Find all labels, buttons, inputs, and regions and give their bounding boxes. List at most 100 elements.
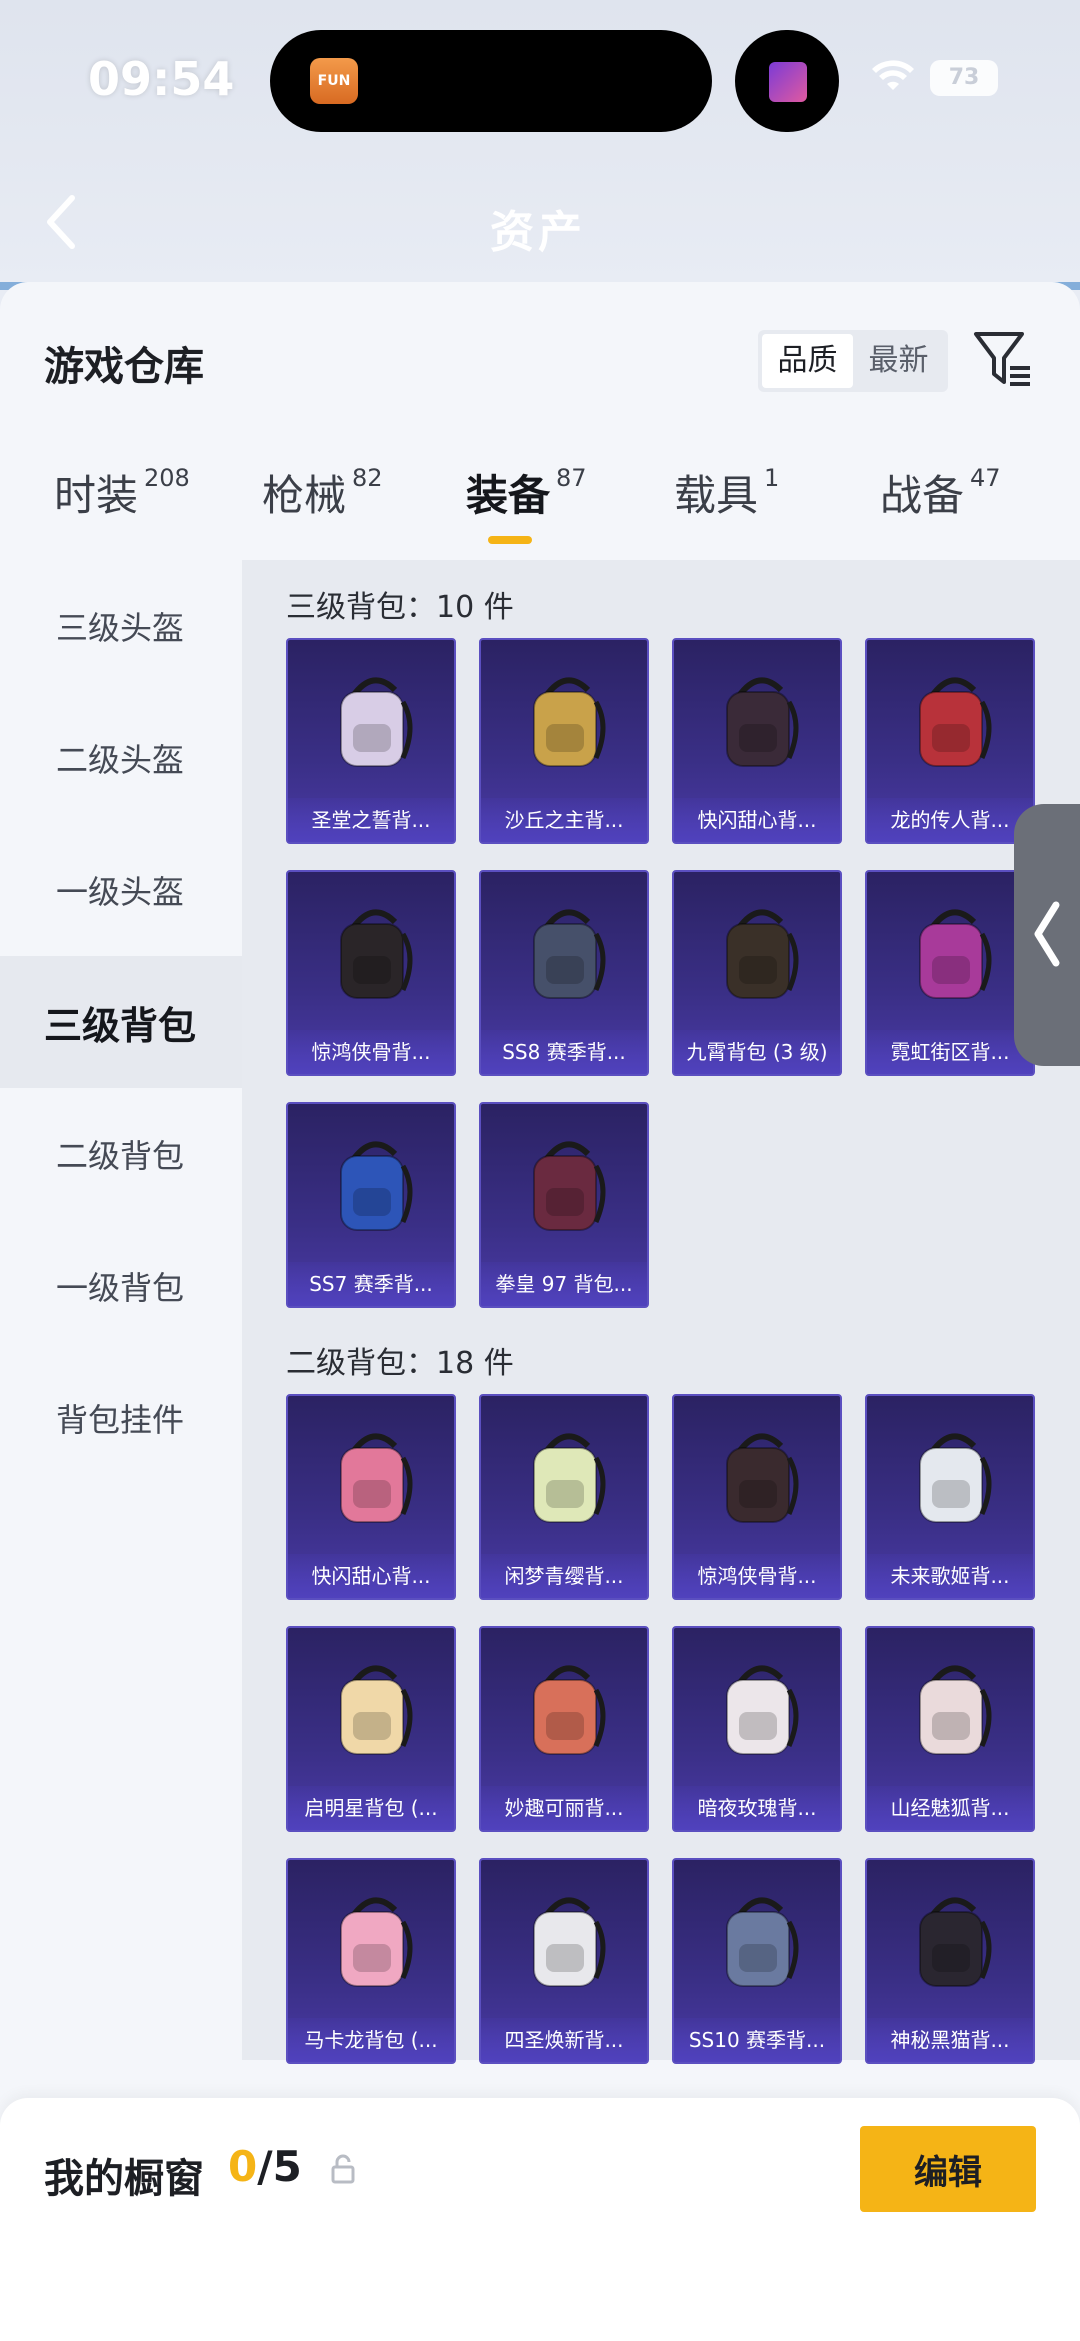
warehouse-sheet: 游戏仓库 品质 最新 时装 208 枪械 82 装备 87 载具 1 战备 47 <box>0 282 1080 2341</box>
sidebar-item-backpack-pendant[interactable]: 背包挂件 <box>0 1352 242 1484</box>
item-card-label: 惊鸿侠骨背... <box>674 1554 840 1598</box>
filter-icon[interactable] <box>972 328 1034 390</box>
item-card[interactable]: 惊鸿侠骨背... <box>672 1394 842 1600</box>
status-time: 09:54 <box>88 52 235 106</box>
item-card-label: 惊鸿侠骨背... <box>288 1030 454 1074</box>
sidebar-item-lvl1-backpack[interactable]: 一级背包 <box>0 1220 242 1352</box>
sort-toggle: 品质 最新 <box>758 330 948 392</box>
top-header-area: 09:54 FUN 73 资产 <box>0 0 1080 290</box>
sort-option-quality[interactable]: 品质 <box>762 334 853 388</box>
item-card-label: 沙丘之主背... <box>481 798 647 842</box>
dynamic-island: FUN <box>270 30 712 132</box>
edit-button[interactable]: 编辑 <box>860 2126 1036 2212</box>
sidebar-item-lvl3-helmet[interactable]: 三级头盔 <box>0 560 242 692</box>
white-backpack-icon <box>919 1433 992 1523</box>
tab-vehicles[interactable]: 载具 1 <box>674 462 779 523</box>
item-card-label: 山经魅狐背... <box>867 1786 1033 1830</box>
chevron-left-icon <box>1034 901 1060 967</box>
back-arrow-icon[interactable] <box>40 192 80 252</box>
item-card[interactable]: 马卡龙背包 (... <box>286 1858 456 2064</box>
bunny-backpack-icon <box>726 1665 799 1755</box>
item-card[interactable]: 龙的传人背... <box>865 638 1035 844</box>
item-card[interactable]: 启明星背包 (... <box>286 1626 456 1832</box>
item-card[interactable]: 山经魅狐背... <box>865 1626 1035 1832</box>
showcase-total: /5 <box>257 2142 302 2191</box>
item-card[interactable]: 沙丘之主背... <box>479 638 649 844</box>
item-card[interactable]: SS7 赛季背... <box>286 1102 456 1308</box>
tab-label: 战备 <box>880 471 965 520</box>
tab-label: 时装 <box>54 471 139 520</box>
item-card-label: SS10 赛季背... <box>674 2018 840 2062</box>
item-card-label: 未来歌姬背... <box>867 1554 1033 1598</box>
item-card-label: 启明星背包 (... <box>288 1786 454 1830</box>
showcase-title: 我的橱窗 <box>44 2156 204 2202</box>
sidebar-item-lvl3-backpack[interactable]: 三级背包 <box>0 956 242 1088</box>
item-card[interactable]: 圣堂之誓背... <box>286 638 456 844</box>
tab-equipment[interactable]: 装备 87 <box>466 462 587 523</box>
striped-backpack-icon <box>533 909 606 999</box>
item-card[interactable]: 妙趣可丽背... <box>479 1626 649 1832</box>
green-pouch-backpack-icon <box>533 1433 606 1523</box>
page-title: 资产 <box>490 207 586 258</box>
item-card[interactable]: 霓虹街区背... <box>865 870 1035 1076</box>
tab-label: 载具 <box>674 471 759 520</box>
item-card-label: SS7 赛季背... <box>288 1262 454 1306</box>
item-card-label: 龙的传人背... <box>867 798 1033 842</box>
item-card[interactable]: 快闪甜心背... <box>672 638 842 844</box>
sidebar-item-lvl2-helmet[interactable]: 二级头盔 <box>0 692 242 824</box>
item-card[interactable]: 九霄背包 (3 级) <box>672 870 842 1076</box>
dark-red-backpack-icon <box>726 1433 799 1523</box>
tab-label: 枪械 <box>262 471 347 520</box>
item-card[interactable]: 拳皇 97 背包... <box>479 1102 649 1308</box>
item-card[interactable]: 闲梦青缨背... <box>479 1394 649 1600</box>
item-card[interactable]: SS10 赛季背... <box>672 1858 842 2064</box>
item-card-label: 神秘黑猫背... <box>867 2018 1033 2062</box>
dragon-backpack-icon <box>919 677 992 767</box>
item-card[interactable]: SS8 赛季背... <box>479 870 649 1076</box>
sort-option-latest[interactable]: 最新 <box>853 334 944 388</box>
item-card[interactable]: 神秘黑猫背... <box>865 1858 1035 2064</box>
scroll-backpack-icon <box>533 677 606 767</box>
tab-label: 装备 <box>466 471 551 520</box>
section-title-lvl3: 三级背包：10 件 <box>286 590 514 625</box>
item-card[interactable]: 惊鸿侠骨背... <box>286 870 456 1076</box>
item-card-label: 闲梦青缨背... <box>481 1554 647 1598</box>
item-card-label: 妙趣可丽背... <box>481 1786 647 1830</box>
battery-indicator: 73 <box>930 60 998 96</box>
dynamic-island-secondary <box>735 30 839 132</box>
sidebar-item-lvl1-helmet[interactable]: 一级头盔 <box>0 824 242 956</box>
item-card[interactable]: 暗夜玫瑰背... <box>672 1626 842 1832</box>
tab-count: 82 <box>352 464 383 492</box>
lock-icon <box>331 2154 355 2184</box>
item-card-label: 四圣焕新背... <box>481 2018 647 2062</box>
tab-count: 87 <box>556 464 587 492</box>
heart-backpack-icon <box>726 677 799 767</box>
section-title-lvl2: 二级背包：18 件 <box>286 1346 514 1381</box>
gift-backpack-icon <box>533 1665 606 1755</box>
tab-weapons[interactable]: 枪械 82 <box>262 462 383 523</box>
sidebar-item-lvl2-backpack[interactable]: 二级背包 <box>0 1088 242 1220</box>
active-tab-indicator <box>488 536 532 544</box>
showcase-current: 0 <box>228 2142 258 2191</box>
kof-backpack-icon <box>533 1141 606 1231</box>
tab-supplies[interactable]: 战备 47 <box>880 462 1001 523</box>
showcase-bar: 我的橱窗 0/5 编辑 <box>0 2098 1080 2341</box>
side-drawer-handle[interactable] <box>1014 804 1080 1066</box>
item-card[interactable]: 四圣焕新背... <box>479 1858 649 2064</box>
cream-backpack-icon <box>340 1665 413 1755</box>
tab-count: 208 <box>144 464 190 492</box>
item-card-label: 圣堂之誓背... <box>288 798 454 842</box>
item-card-label: 霓虹街区背... <box>867 1030 1033 1074</box>
tab-fashion[interactable]: 时装 208 <box>54 462 190 523</box>
item-card-label: 快闪甜心背... <box>288 1554 454 1598</box>
item-card[interactable]: 未来歌姬背... <box>865 1394 1035 1600</box>
tab-count: 47 <box>970 464 1001 492</box>
tab-count: 1 <box>764 464 780 492</box>
neon-backpack-icon <box>919 909 992 999</box>
item-card-label: 拳皇 97 背包... <box>481 1262 647 1306</box>
winged-backpack-icon <box>340 677 413 767</box>
item-card[interactable]: 快闪甜心背... <box>286 1394 456 1600</box>
item-card-label: 马卡龙背包 (... <box>288 2018 454 2062</box>
dark-backpack-icon <box>340 909 413 999</box>
blue-backpack-icon <box>340 1141 413 1231</box>
